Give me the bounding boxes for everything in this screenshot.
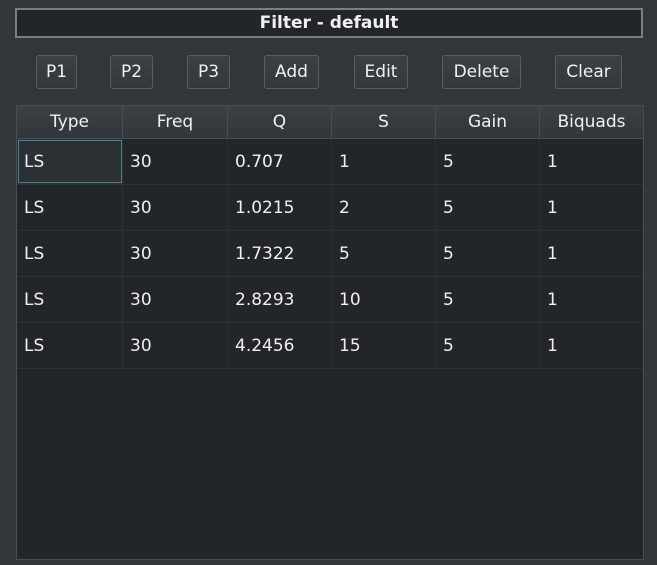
filter-title: Filter - default: [15, 8, 643, 38]
table-row[interactable]: LS 30 4.2456 15 5 1: [17, 323, 643, 369]
cell-gain[interactable]: 5: [436, 277, 540, 322]
p3-button[interactable]: P3: [187, 55, 230, 89]
table-body: LS 30 0.707 1 5 1 LS 30 1.0215 2 5 1 LS 30 1.7322 5 5 1 LS…: [17, 139, 643, 369]
cell-biquads[interactable]: 1: [540, 139, 643, 184]
table-header: Type Freq Q S Gain Biquads: [17, 106, 643, 139]
cell-type[interactable]: LS: [17, 139, 123, 184]
p2-button[interactable]: P2: [110, 55, 153, 89]
header-freq[interactable]: Freq: [123, 106, 228, 138]
cell-q[interactable]: 4.2456: [228, 323, 332, 368]
table-row[interactable]: LS 30 1.7322 5 5 1: [17, 231, 643, 277]
cell-biquads[interactable]: 1: [540, 231, 643, 276]
header-type[interactable]: Type: [17, 106, 123, 138]
filter-table[interactable]: Type Freq Q S Gain Biquads LS 30 0.707 1 5 1 L…: [16, 105, 644, 560]
cell-freq[interactable]: 30: [123, 323, 228, 368]
add-button[interactable]: Add: [264, 55, 319, 89]
cell-s[interactable]: 2: [332, 185, 436, 230]
cell-biquads[interactable]: 1: [540, 185, 643, 230]
cell-type[interactable]: LS: [17, 231, 123, 276]
cell-freq[interactable]: 30: [123, 231, 228, 276]
filter-window: Filter - default P1 P2 P3 Add Edit Delet…: [0, 0, 657, 565]
cell-freq[interactable]: 30: [123, 277, 228, 322]
cell-freq[interactable]: 30: [123, 185, 228, 230]
header-q[interactable]: Q: [228, 106, 332, 138]
cell-gain[interactable]: 5: [436, 323, 540, 368]
cell-gain[interactable]: 5: [436, 139, 540, 184]
header-biquads[interactable]: Biquads: [540, 106, 643, 138]
cell-s[interactable]: 10: [332, 277, 436, 322]
edit-button[interactable]: Edit: [354, 55, 408, 89]
cell-q[interactable]: 2.8293: [228, 277, 332, 322]
table-row[interactable]: LS 30 0.707 1 5 1: [17, 139, 643, 185]
cell-freq[interactable]: 30: [123, 139, 228, 184]
cell-type[interactable]: LS: [17, 277, 123, 322]
header-gain[interactable]: Gain: [436, 106, 540, 138]
clear-button[interactable]: Clear: [555, 55, 622, 89]
cell-type[interactable]: LS: [17, 185, 123, 230]
cell-s[interactable]: 1: [332, 139, 436, 184]
header-s[interactable]: S: [332, 106, 436, 138]
cell-q[interactable]: 0.707: [228, 139, 332, 184]
toolbar: P1 P2 P3 Add Edit Delete Clear: [0, 55, 657, 89]
cell-q[interactable]: 1.0215: [228, 185, 332, 230]
delete-button[interactable]: Delete: [442, 55, 521, 89]
cell-gain[interactable]: 5: [436, 185, 540, 230]
cell-s[interactable]: 15: [332, 323, 436, 368]
p1-button[interactable]: P1: [36, 55, 77, 89]
cell-biquads[interactable]: 1: [540, 277, 643, 322]
cell-gain[interactable]: 5: [436, 231, 540, 276]
cell-q[interactable]: 1.7322: [228, 231, 332, 276]
table-row[interactable]: LS 30 2.8293 10 5 1: [17, 277, 643, 323]
filter-title-text: Filter - default: [259, 13, 399, 33]
cell-biquads[interactable]: 1: [540, 323, 643, 368]
cell-type[interactable]: LS: [17, 323, 123, 368]
cell-s[interactable]: 5: [332, 231, 436, 276]
table-row[interactable]: LS 30 1.0215 2 5 1: [17, 185, 643, 231]
